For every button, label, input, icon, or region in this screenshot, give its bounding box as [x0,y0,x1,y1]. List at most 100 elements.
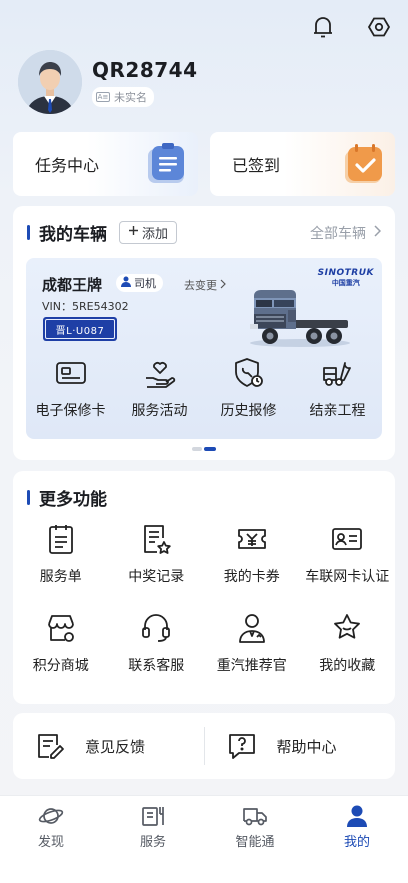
my-vehicles-section: 我的车辆 添加 全部车辆 成都王牌 司机 去变更 VIN：5RE54302 晋L… [13,206,395,460]
iov-card-auth-label: 车联网卡认证 [305,569,390,585]
add-vehicle-button[interactable]: 添加 [119,221,178,244]
quick-actions: 任务中心 已签到 [13,132,395,196]
checkin-label: 已签到 [232,156,281,175]
prize-record-button[interactable]: 中奖记录 [109,523,205,586]
task-center-label: 任务中心 [35,156,100,175]
profile-header[interactable]: QR28744 A≡ 未实名 [18,50,197,114]
store-icon [46,612,76,644]
closing-project-label: 结亲工程 [309,403,366,419]
section-accent-bar [27,490,30,505]
feedback-label: 意见反馈 [85,737,146,756]
chevron-right-icon [220,279,226,292]
checkin-card[interactable]: 已签到 [210,132,395,196]
task-center-card[interactable]: 任务中心 [13,132,198,196]
id-badge-icon: A≡ [96,91,110,102]
vehicle-name: 成都王牌 [42,276,103,294]
service-tools-icon [140,804,166,828]
closing-project-button[interactable]: 结亲工程 [293,356,382,420]
my-favorites-label: 我的收藏 [319,658,376,674]
verify-badge[interactable]: A≡ 未实名 [92,86,154,107]
recommender-label: 重汽推荐官 [216,658,287,674]
features-grid: 服务单 中奖记录 我的卡券 车联网卡认证 积分商城 联系客服 重汽推荐官 我的收… [13,523,395,675]
user-icon [344,804,370,828]
carousel-dot [192,447,202,451]
verify-status-label: 未实名 [114,90,147,104]
customer-service-label: 联系客服 [128,658,185,674]
help-question-icon [227,731,257,761]
warranty-card-button[interactable]: 电子保修卡 [26,356,115,420]
carousel-indicator [192,447,216,451]
service-activity-label: 服务活动 [131,403,188,419]
prize-record-icon [141,523,171,555]
role-label: 司机 [134,277,156,290]
vehicle-functions: 电子保修卡 服务活动 历史报修 结亲工程 [26,356,382,420]
warranty-card-icon [54,356,88,390]
truck-image [248,286,352,348]
planet-icon [38,804,64,828]
avatar[interactable] [18,50,82,114]
carousel-dot-active [204,447,216,451]
tab-smart-link[interactable]: 智能通 [204,796,306,883]
iov-card-auth-button[interactable]: 车联网卡认证 [300,523,396,586]
coupon-icon [237,523,267,555]
service-hand-heart-icon [143,356,177,390]
more-features-section: 更多功能 服务单 中奖记录 我的卡券 车联网卡认证 积分商城 联系客服 重汽推荐… [13,471,395,704]
help-center-label: 帮助中心 [276,737,337,756]
repair-history-button[interactable]: 历史报修 [204,356,293,420]
truck-icon [242,804,268,828]
headset-icon [141,612,171,644]
my-favorites-button[interactable]: 我的收藏 [300,612,396,675]
service-order-button[interactable]: 服务单 [13,523,109,586]
brand-logo: SINOTRUK 中国重汽 [318,268,374,288]
support-section: 意见反馈 帮助中心 [13,713,395,779]
more-features-title: 更多功能 [39,490,107,510]
points-mall-button[interactable]: 积分商城 [13,612,109,675]
id-card-icon [332,523,363,555]
help-center-button[interactable]: 帮助中心 [205,731,396,761]
driver-icon [121,276,131,290]
settings-icon[interactable] [366,14,392,40]
clipboard-icon [146,143,188,185]
username: QR28744 [92,57,198,82]
role-badge: 司机 [116,274,163,292]
my-coupons-label: 我的卡券 [223,569,280,585]
prize-record-label: 中奖记录 [128,569,185,585]
all-vehicles-link[interactable]: 全部车辆 [310,223,382,243]
all-vehicles-label: 全部车辆 [310,225,366,242]
tab-service-label: 服务 [139,835,166,850]
customer-service-button[interactable]: 联系客服 [109,612,205,675]
tab-service[interactable]: 服务 [102,796,204,883]
top-bar [310,14,392,40]
change-role-link[interactable]: 去变更 [184,277,226,293]
recommender-button[interactable]: 重汽推荐官 [204,612,300,675]
repair-history-icon [232,356,266,390]
calendar-check-icon [343,143,385,185]
service-order-label: 服务单 [39,569,82,585]
truck-wrench-icon [321,356,355,390]
license-plate-number: 晋L·U087 [45,319,115,339]
section-accent-bar [27,225,30,240]
tab-mine-label: 我的 [343,835,370,850]
add-vehicle-label: 添加 [142,227,169,242]
star-icon [332,612,362,644]
service-order-icon [46,523,76,555]
bell-icon[interactable] [310,14,336,40]
plus-icon [128,225,139,240]
change-role-label: 去变更 [184,279,217,292]
service-activity-button[interactable]: 服务活动 [115,356,204,420]
my-coupons-button[interactable]: 我的卡券 [204,523,300,586]
feedback-button[interactable]: 意见反馈 [13,731,204,761]
tab-discover[interactable]: 发现 [0,796,102,883]
recommender-icon [237,612,267,644]
vin-text: VIN：5RE54302 [42,300,129,313]
bottom-tab-bar: 发现 服务 智能通 我的 [0,795,408,883]
vehicle-card[interactable]: 成都王牌 司机 去变更 VIN：5RE54302 晋L·U087 SINOTRU… [26,258,382,439]
warranty-card-label: 电子保修卡 [35,403,106,419]
tab-mine[interactable]: 我的 [306,796,408,883]
chevron-right-icon [374,224,382,241]
my-vehicles-title: 我的车辆 [39,225,107,245]
brand-name: SINOTRUK [317,268,374,278]
feedback-edit-icon [35,731,65,761]
license-plate: 晋L·U087 [43,317,117,341]
repair-history-label: 历史报修 [220,403,277,419]
